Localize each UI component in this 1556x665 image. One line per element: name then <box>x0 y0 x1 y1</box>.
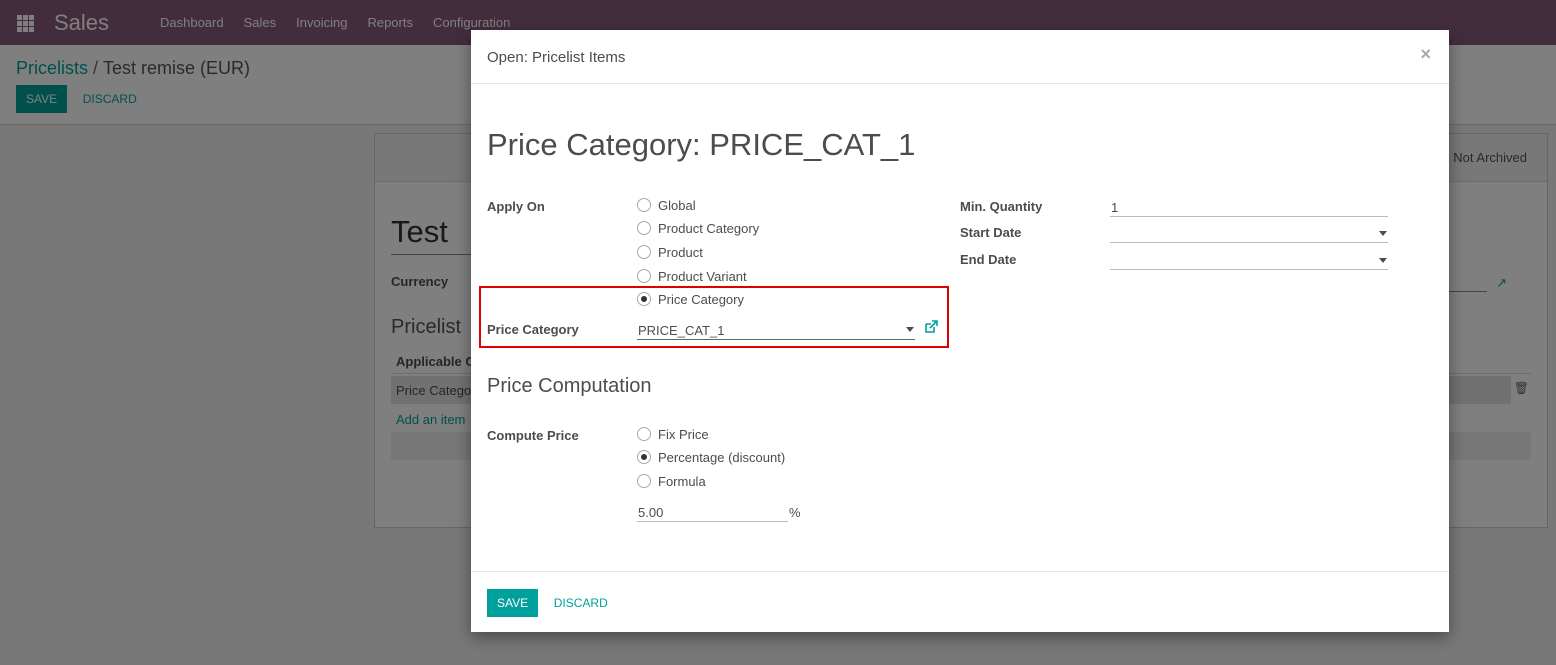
min-quantity-input[interactable] <box>1110 197 1388 217</box>
dialog-title: Open: Pricelist Items <box>487 49 626 66</box>
radio-compute-fix-price[interactable]: Fix Price <box>637 425 709 443</box>
radio-compute-formula[interactable]: Formula <box>637 472 706 490</box>
radio-label: Formula <box>658 473 706 489</box>
radio-icon[interactable] <box>637 474 651 488</box>
dialog-header: Open: Pricelist Items × <box>471 30 1449 84</box>
percent-price-value: 5.00 <box>638 505 664 520</box>
start-date-input[interactable] <box>1110 223 1388 243</box>
start-date-label: Start Date <box>960 225 1022 240</box>
end-date-input[interactable] <box>1110 250 1388 270</box>
record-heading: Price Category: PRICE_CAT_1 <box>487 127 916 162</box>
radio-label: Global <box>658 197 696 213</box>
end-date-label: End Date <box>960 252 1017 267</box>
pricelist-item-dialog: Open: Pricelist Items × Price Category: … <box>471 30 1449 632</box>
close-icon[interactable]: × <box>1420 44 1431 65</box>
dialog-footer: SAVE DISCARD <box>471 571 1449 632</box>
price-computation-title: Price Computation <box>487 375 652 397</box>
radio-label: Product Variant <box>658 268 747 284</box>
radio-apply-global[interactable]: Global <box>637 196 696 214</box>
min-quantity-value: 1 <box>1111 200 1119 215</box>
radio-compute-percentage[interactable]: Percentage (discount) <box>637 448 785 466</box>
dropdown-caret-icon[interactable] <box>1379 258 1387 263</box>
radio-icon[interactable] <box>637 269 651 283</box>
radio-icon[interactable] <box>637 245 651 259</box>
dialog-save-button[interactable]: SAVE <box>487 589 539 617</box>
radio-apply-product-category[interactable]: Product Category <box>637 219 759 237</box>
radio-apply-product-variant[interactable]: Product Variant <box>637 267 747 285</box>
price-category-label: Price Category <box>487 322 579 337</box>
radio-icon[interactable] <box>637 221 651 235</box>
radio-label: Product <box>658 244 703 260</box>
radio-label: Product Category <box>658 220 760 236</box>
compute-price-label: Compute Price <box>487 428 579 443</box>
radio-icon[interactable] <box>637 450 651 464</box>
dropdown-caret-icon[interactable] <box>1379 231 1387 236</box>
apply-on-label: Apply On <box>487 199 545 214</box>
radio-icon[interactable] <box>637 427 651 441</box>
dropdown-caret-icon[interactable] <box>906 327 914 332</box>
radio-icon[interactable] <box>637 198 651 212</box>
radio-apply-product[interactable]: Product <box>637 243 703 261</box>
radio-label: Percentage (discount) <box>658 449 786 465</box>
percent-unit: % <box>789 505 801 520</box>
min-quantity-label: Min. Quantity <box>960 199 1043 214</box>
radio-label: Fix Price <box>658 426 709 442</box>
price-category-value: PRICE_CAT_1 <box>638 323 725 338</box>
dialog-discard-button[interactable]: DISCARD <box>542 589 620 617</box>
external-link-icon[interactable] <box>924 320 938 337</box>
